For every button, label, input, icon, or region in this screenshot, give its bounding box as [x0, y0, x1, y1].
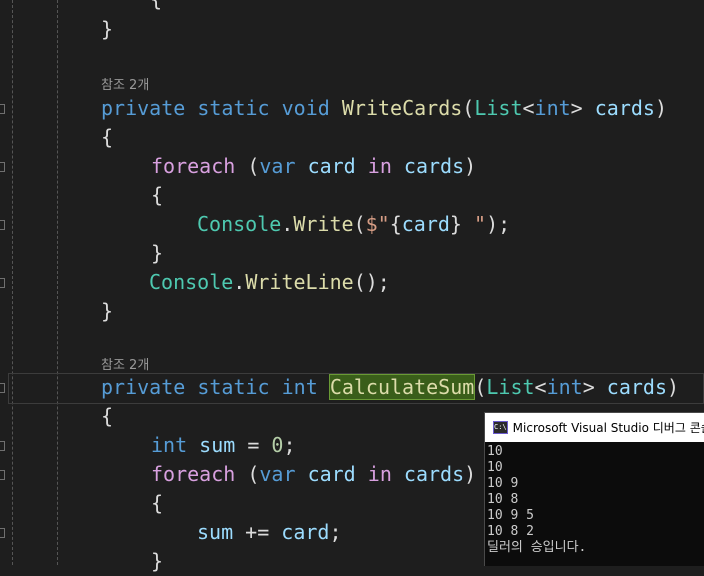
console-output-line: 10 8 2 — [487, 524, 534, 539]
code-line[interactable]: { — [150, 0, 162, 14]
code-line-foreach[interactable]: foreach (var card in cards) — [151, 460, 476, 489]
breakpoint-margin-marker[interactable] — [0, 383, 5, 393]
indent-guide — [12, 0, 13, 565]
breakpoint-margin-marker[interactable] — [0, 278, 5, 288]
code-line[interactable]: { — [101, 402, 113, 431]
console-output[interactable]: 10 10 10 9 10 8 10 9 5 10 8 2 딜러의 승입니다. — [485, 442, 704, 556]
code-line-console-writeline[interactable]: Console.WriteLine(); — [149, 268, 390, 297]
code-line-console-write[interactable]: Console.Write($"{card} "); — [197, 210, 510, 239]
breakpoint-margin-marker[interactable] — [0, 220, 5, 230]
code-line[interactable]: } — [151, 547, 163, 576]
breakpoint-margin-marker[interactable] — [0, 162, 5, 172]
highlighted-symbol[interactable]: CalculateSum — [328, 374, 476, 400]
code-line[interactable]: } — [101, 15, 113, 44]
code-line[interactable]: { — [101, 123, 113, 152]
console-output-line: 10 9 — [487, 476, 519, 491]
reference-codelens[interactable]: 참조 2개 — [101, 74, 149, 93]
console-title-bar[interactable]: C:\ Microsoft Visual Studio 디버그 콘솔 — [485, 413, 704, 442]
console-output-line: 10 — [487, 460, 503, 475]
console-output-line: 10 — [487, 444, 503, 459]
code-line-writecards-signature[interactable]: private static void WriteCards(List<int>… — [101, 94, 667, 123]
code-line[interactable]: } — [151, 239, 163, 268]
console-app-icon: C:\ — [493, 421, 508, 434]
debug-console-window[interactable]: C:\ Microsoft Visual Studio 디버그 콘솔 10 10… — [484, 412, 704, 566]
console-output-line: 딜러의 승입니다. — [487, 540, 587, 555]
console-title: Microsoft Visual Studio 디버그 콘솔 — [512, 421, 704, 435]
console-output-line: 10 9 5 — [487, 508, 534, 523]
code-line-sum-add[interactable]: sum += card; — [197, 518, 342, 547]
breakpoint-margin-marker[interactable] — [0, 528, 5, 538]
console-output-line: 10 8 — [487, 492, 519, 507]
code-line-sum-init[interactable]: int sum = 0; — [151, 431, 296, 460]
code-line-foreach[interactable]: foreach (var card in cards) — [151, 152, 476, 181]
breakpoint-margin-marker[interactable] — [0, 104, 5, 114]
reference-codelens[interactable]: 참조 2개 — [101, 354, 149, 373]
breakpoint-margin-marker[interactable] — [0, 470, 5, 480]
breakpoint-margin-marker[interactable] — [0, 441, 5, 451]
indent-guide — [57, 0, 58, 565]
code-line[interactable]: { — [151, 489, 163, 518]
code-line[interactable]: { — [151, 181, 163, 210]
code-line-calculatesum-signature[interactable]: private static int CalculateSum(List<int… — [101, 373, 679, 402]
code-line[interactable]: } — [101, 297, 113, 326]
